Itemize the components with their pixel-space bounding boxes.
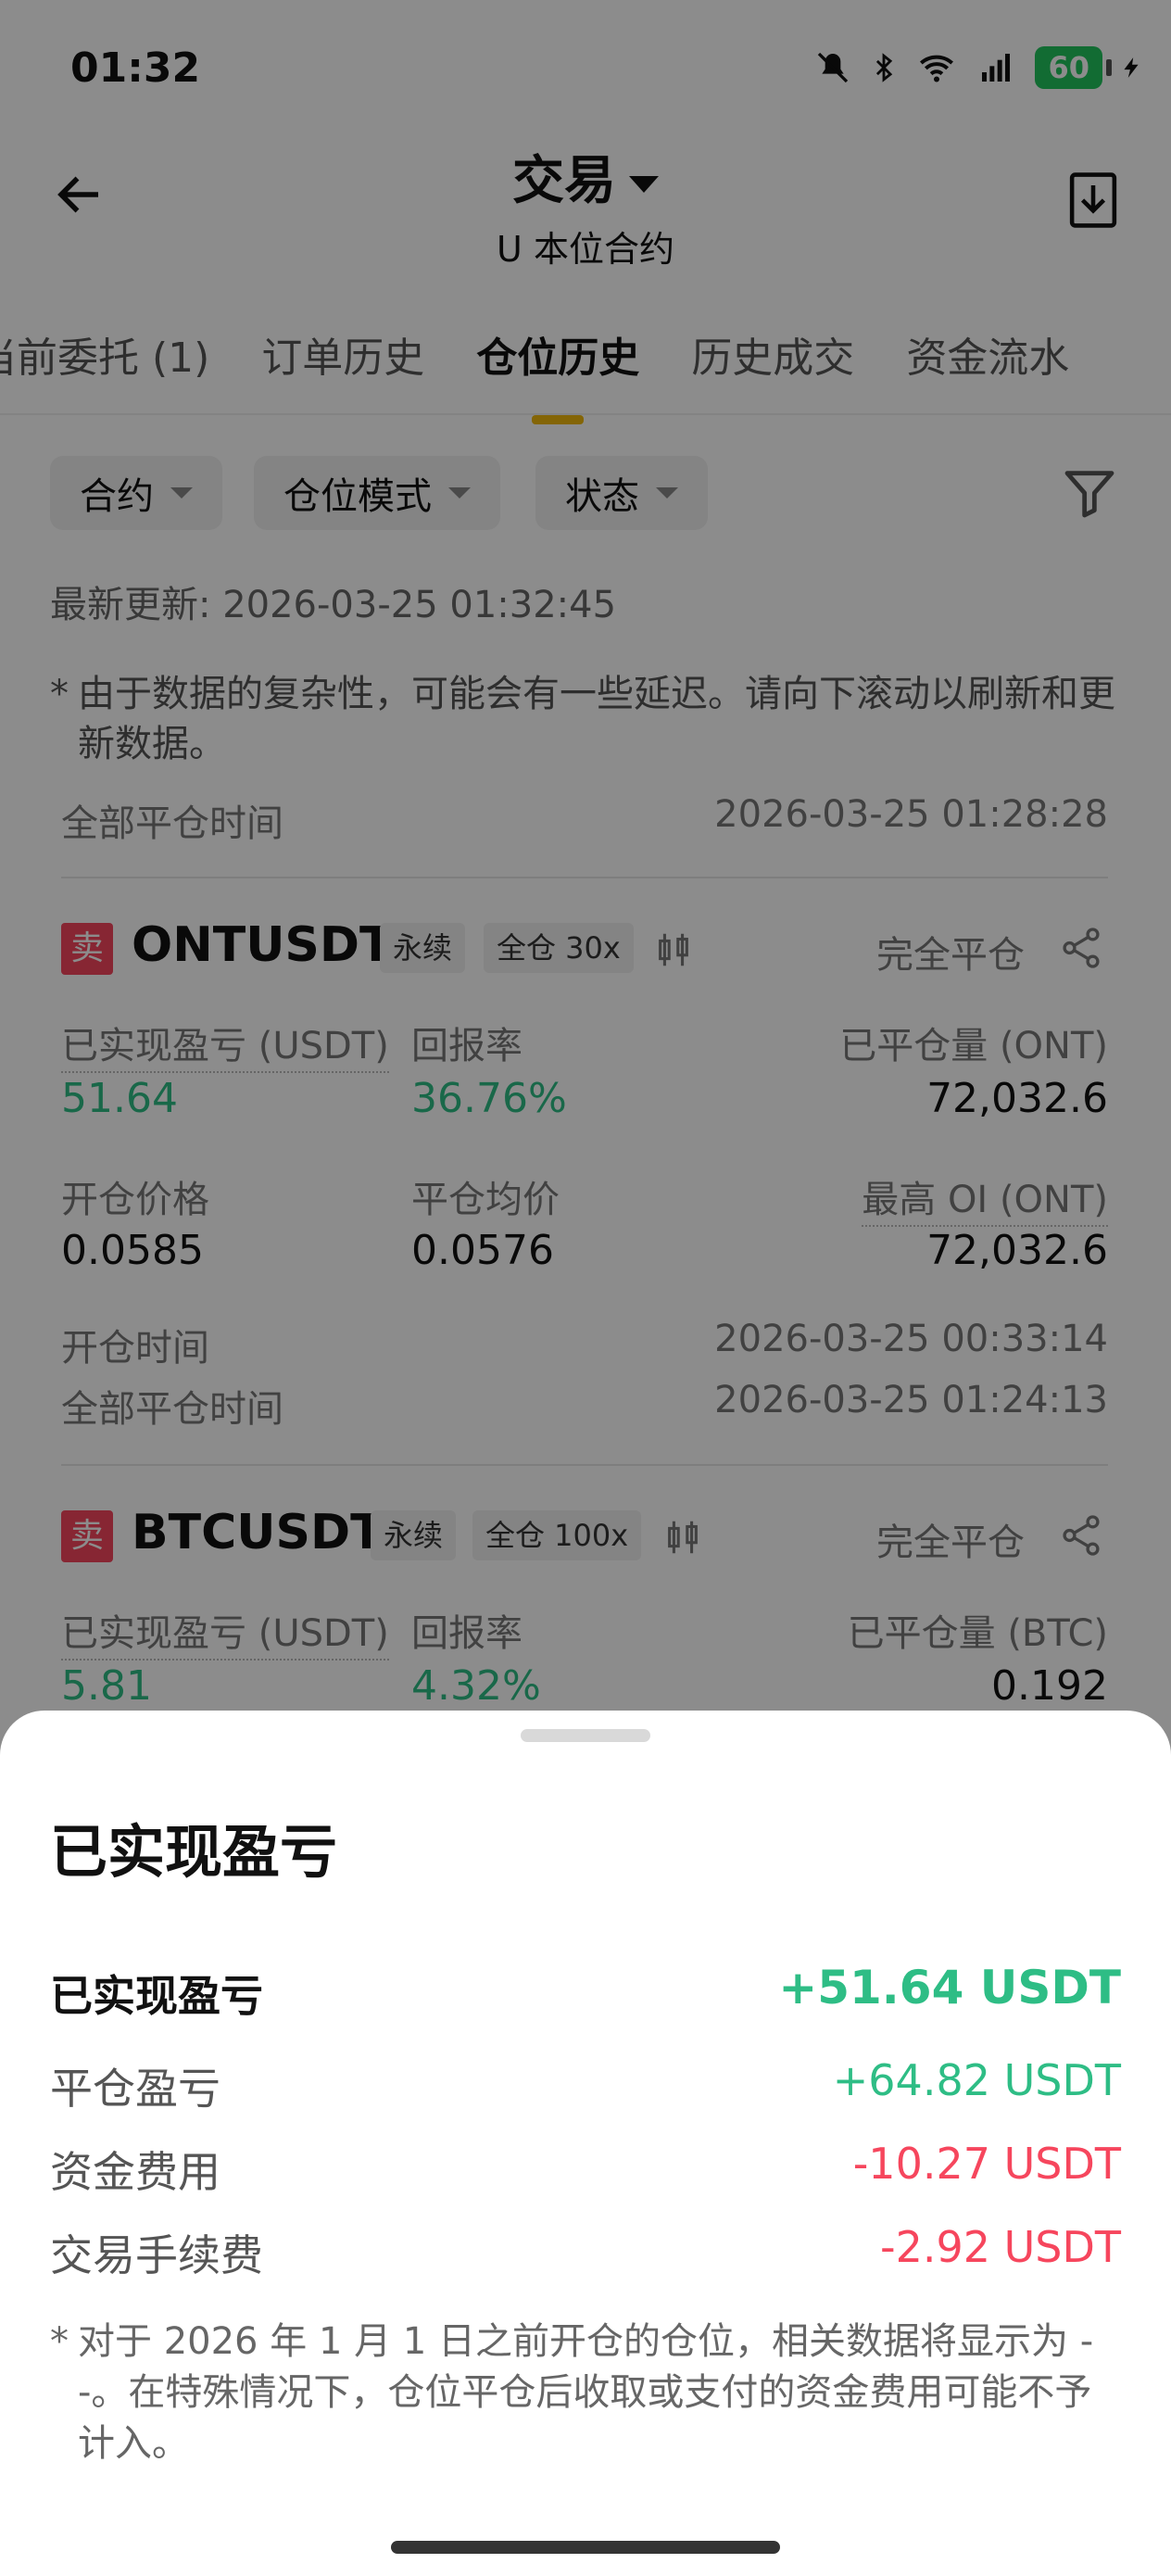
- funding-fee-row-value: -10.27 USDT: [852, 2139, 1121, 2189]
- home-indicator[interactable]: [391, 2541, 780, 2554]
- close-pnl-row-value: +64.82 USDT: [832, 2055, 1121, 2105]
- realized-pnl-row-label: 已实现盈亏: [50, 1971, 263, 2021]
- page: 01:32 60 交易 U 本位合约 当前委托 (1) 订单历史 仓位历史 历史…: [0, 0, 1171, 2576]
- sheet-drag-handle[interactable]: [521, 1729, 650, 1742]
- footnote-star: *: [50, 2320, 69, 2363]
- sheet-title: 已实现盈亏: [50, 1818, 338, 1886]
- sheet-footnote: * 对于 2026 年 1 月 1 日之前开仓的仓位，相关数据将显示为 --。在…: [50, 2317, 1125, 2469]
- close-pnl-row-label: 平仓盈亏: [50, 2064, 220, 2114]
- funding-fee-row-label: 资金费用: [50, 2147, 220, 2197]
- trading-fee-row-value: -2.92 USDT: [879, 2222, 1121, 2272]
- trading-fee-row-label: 交易手续费: [50, 2230, 263, 2280]
- realized-pnl-row-value: +51.64 USDT: [778, 1961, 1121, 2014]
- footnote-text: 对于 2026 年 1 月 1 日之前开仓的仓位，相关数据将显示为 --。在特殊…: [78, 2320, 1094, 2465]
